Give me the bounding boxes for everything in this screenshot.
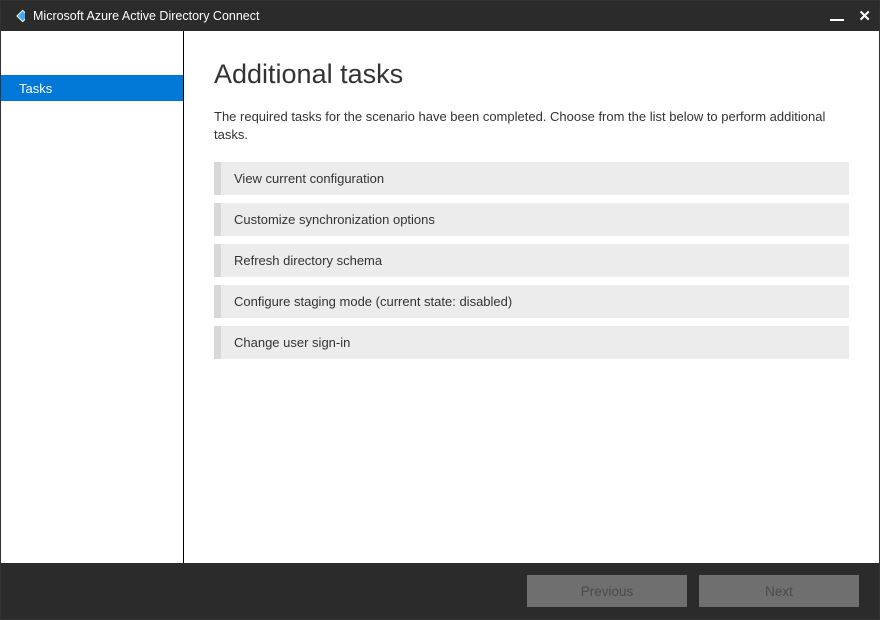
task-label: Refresh directory schema	[234, 253, 382, 268]
app-icon	[9, 8, 25, 24]
footer: Previous Next	[1, 563, 879, 619]
window: Microsoft Azure Active Directory Connect…	[0, 0, 880, 620]
page-description: The required tasks for the scenario have…	[214, 108, 849, 144]
task-change-user-sign-in[interactable]: Change user sign-in	[214, 326, 849, 359]
titlebar: Microsoft Azure Active Directory Connect…	[1, 1, 879, 31]
task-view-current-configuration[interactable]: View current configuration	[214, 162, 849, 195]
task-configure-staging-mode[interactable]: Configure staging mode (current state: d…	[214, 285, 849, 318]
task-label: Customize synchronization options	[234, 212, 435, 227]
task-label: Change user sign-in	[234, 335, 350, 350]
sidebar-item-tasks[interactable]: Tasks	[1, 75, 183, 101]
sidebar: Tasks	[1, 31, 184, 563]
content: Additional tasks The required tasks for …	[184, 31, 879, 563]
task-label: Configure staging mode (current state: d…	[234, 294, 512, 309]
task-refresh-directory-schema[interactable]: Refresh directory schema	[214, 244, 849, 277]
task-list: View current configuration Customize syn…	[214, 162, 849, 359]
next-button[interactable]: Next	[699, 575, 859, 607]
body-area: Tasks Additional tasks The required task…	[1, 31, 879, 563]
close-icon[interactable]: ✕	[858, 9, 871, 24]
previous-button[interactable]: Previous	[527, 575, 687, 607]
sidebar-item-label: Tasks	[19, 81, 52, 96]
window-controls: ✕	[830, 9, 871, 24]
page-title: Additional tasks	[214, 59, 849, 90]
task-customize-synchronization-options[interactable]: Customize synchronization options	[214, 203, 849, 236]
task-label: View current configuration	[234, 171, 384, 186]
minimize-icon[interactable]	[830, 19, 844, 21]
window-title: Microsoft Azure Active Directory Connect	[33, 9, 830, 23]
